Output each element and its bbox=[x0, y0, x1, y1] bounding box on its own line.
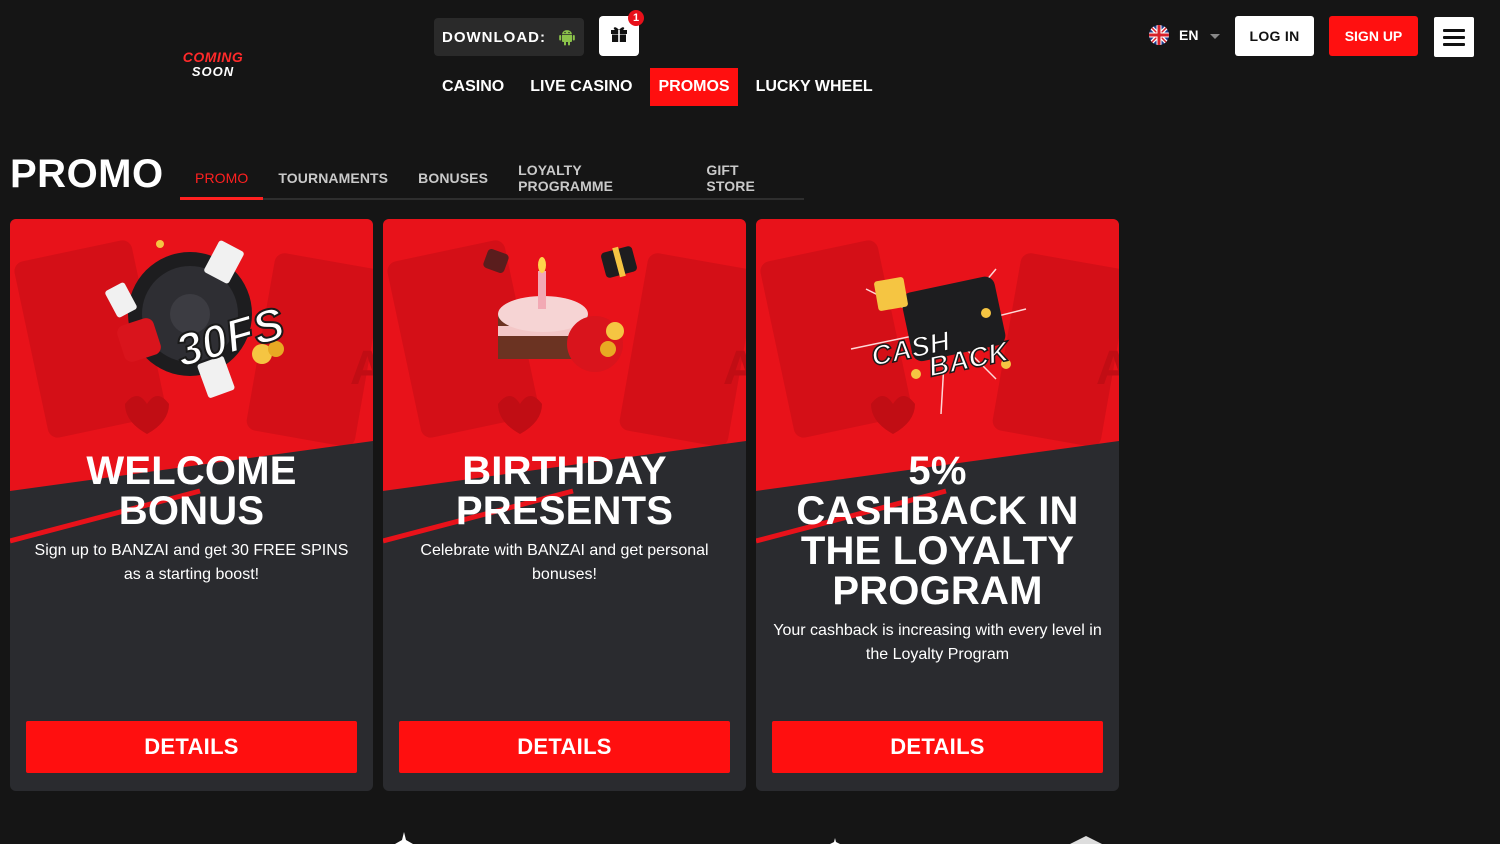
gift-notification-badge: 1 bbox=[628, 10, 644, 26]
card-title-line: PROGRAM bbox=[832, 569, 1043, 613]
card-title: BIRTHDAY PRESENTS bbox=[397, 451, 732, 531]
diamond-icon bbox=[1070, 836, 1102, 844]
tab-bonuses[interactable]: BONUSES bbox=[403, 158, 503, 198]
card-content: 5% CASHBACK IN THE LOYALTY PROGRAM Your … bbox=[756, 451, 1119, 667]
card-title-line: THE LOYALTY bbox=[800, 529, 1075, 573]
card-content: WELCOME BONUS Sign up to BANZAI and get … bbox=[10, 451, 373, 587]
hamburger-menu-icon[interactable] bbox=[1434, 17, 1474, 57]
tab-promo[interactable]: PROMO bbox=[180, 158, 264, 200]
details-button[interactable]: DETAILS bbox=[399, 721, 730, 773]
card-title-line: BONUS bbox=[118, 489, 265, 533]
logo-line-1: COMING bbox=[182, 49, 244, 65]
language-selector[interactable]: EN bbox=[1149, 24, 1221, 46]
tab-loyalty-programme[interactable]: LOYALTY PROGRAMME bbox=[503, 158, 691, 198]
download-app-button[interactable]: DOWNLOAD: bbox=[434, 18, 584, 56]
gift-icon bbox=[609, 24, 629, 49]
svg-text:A: A bbox=[350, 342, 373, 395]
sparkle-icon bbox=[830, 838, 840, 844]
card-title: 5% CASHBACK IN THE LOYALTY PROGRAM bbox=[770, 451, 1105, 611]
tab-gift-store[interactable]: GIFT STORE bbox=[691, 158, 804, 198]
logo-line-2: SOON bbox=[191, 64, 235, 79]
card-content: BIRTHDAY PRESENTS Celebrate with BANZAI … bbox=[383, 451, 746, 587]
nav-lucky-wheel[interactable]: LUCKY WHEEL bbox=[748, 68, 881, 106]
nav-promos[interactable]: PROMOS bbox=[650, 68, 738, 106]
card-title-line: PRESENTS bbox=[455, 489, 674, 533]
card-description: Celebrate with BANZAI and get personal b… bbox=[420, 542, 709, 583]
android-icon bbox=[558, 28, 576, 46]
card-description: Sign up to BANZAI and get 30 FREE SPINS … bbox=[34, 542, 349, 583]
card-title-line: 5% bbox=[908, 449, 967, 493]
card-title-line: BIRTHDAY bbox=[462, 449, 667, 493]
promo-card-welcome[interactable]: A 30FS WELCOME BONUS Sign up to BANZAI a… bbox=[10, 219, 373, 791]
svg-text:A: A bbox=[1096, 342, 1119, 395]
tab-tournaments[interactable]: TOURNAMENTS bbox=[263, 158, 403, 198]
signup-button[interactable]: SIGN UP bbox=[1329, 16, 1418, 56]
card-description: Your cashback is increasing with every l… bbox=[773, 622, 1102, 663]
card-title-line: CASHBACK IN bbox=[796, 489, 1079, 533]
card-title: WELCOME BONUS bbox=[24, 451, 359, 531]
chevron-down-icon bbox=[1210, 33, 1221, 39]
promo-cards: A 30FS WELCOME BONUS Sign up to BANZAI a… bbox=[10, 219, 1119, 791]
uk-flag-icon bbox=[1149, 25, 1169, 45]
promo-card-birthday[interactable]: A BIRTHDAY PRESENTS Celebrate with BANZA… bbox=[383, 219, 746, 791]
language-code: EN bbox=[1179, 27, 1199, 43]
page-title: PROMO bbox=[10, 152, 164, 196]
sparkle-icon bbox=[395, 832, 413, 844]
promo-card-cashback[interactable]: A CASH BACK 5% CASHBACK IN THE LOYALTY P… bbox=[756, 219, 1119, 791]
nav-casino[interactable]: CASINO bbox=[434, 68, 512, 106]
login-button[interactable]: LOG IN bbox=[1235, 16, 1314, 56]
nav-live-casino[interactable]: LIVE CASINO bbox=[522, 68, 640, 106]
details-button[interactable]: DETAILS bbox=[772, 721, 1103, 773]
details-button[interactable]: DETAILS bbox=[26, 721, 357, 773]
site-logo[interactable]: COMING SOON bbox=[180, 50, 246, 84]
promo-tabs: PROMO TOURNAMENTS BONUSES LOYALTY PROGRA… bbox=[180, 158, 804, 200]
svg-text:A: A bbox=[723, 342, 746, 395]
main-nav: CASINO LIVE CASINO PROMOS LUCKY WHEEL bbox=[434, 68, 891, 106]
download-label: DOWNLOAD: bbox=[442, 28, 546, 46]
card-title-line: WELCOME bbox=[86, 449, 297, 493]
